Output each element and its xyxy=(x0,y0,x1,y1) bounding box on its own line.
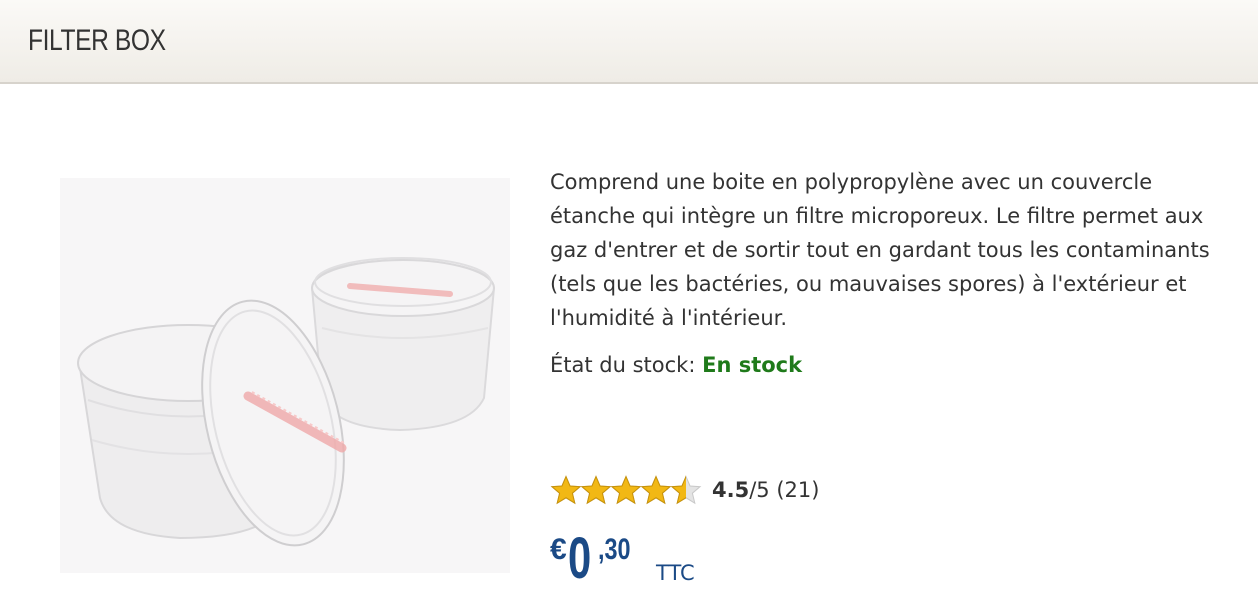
rating-out-of: /5 xyxy=(749,478,770,502)
star-icon xyxy=(580,475,612,505)
product-description: Comprend une boite en polypropylène avec… xyxy=(550,170,1210,330)
product-image xyxy=(60,178,510,573)
price-tax-label: TTC xyxy=(656,561,695,585)
page-title: FILTER BOX xyxy=(28,24,166,57)
price-integer: 0 xyxy=(568,526,592,591)
price-currency: € xyxy=(550,533,567,566)
star-icon xyxy=(550,475,582,505)
stock-label: État du stock: xyxy=(550,353,696,377)
rating-stars[interactable] xyxy=(550,475,702,505)
star-icon xyxy=(610,475,642,505)
star-icon xyxy=(640,475,672,505)
product-rating[interactable]: 4.5/5 (21) xyxy=(550,475,819,505)
stock-status: État du stock: En stock xyxy=(550,353,1230,377)
star-icon xyxy=(670,475,702,505)
page-header: FILTER BOX xyxy=(0,0,1258,84)
rating-score: 4.5 xyxy=(712,478,750,502)
product-info: Comprend une boite en polypropylène avec… xyxy=(550,165,1230,591)
price-cents: ,30 xyxy=(598,533,631,566)
rating-count[interactable]: (21) xyxy=(776,478,819,502)
stock-value: En stock xyxy=(702,353,803,377)
